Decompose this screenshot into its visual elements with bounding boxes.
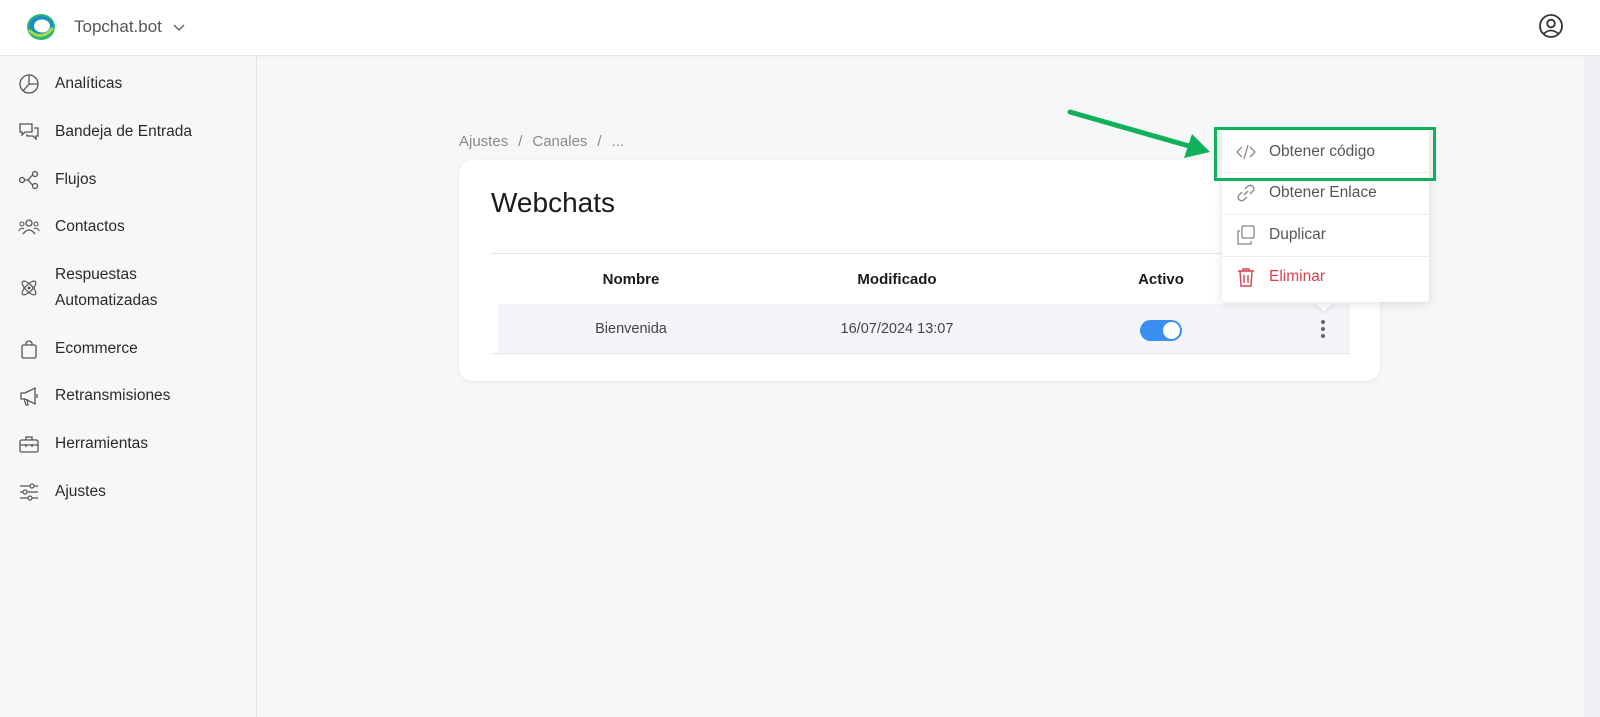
sidebar: Analíticas Bandeja de Entrada Flujos Con…: [0, 56, 257, 717]
trash-icon: [1238, 268, 1254, 287]
sidebar-item-label: Analíticas: [55, 75, 123, 92]
users-icon: [18, 219, 40, 235]
breadcrumb-separator: /: [518, 133, 523, 150]
sidebar-item-label: Bandeja de Entrada: [55, 123, 193, 140]
atom-icon: [21, 280, 37, 296]
workspace-switcher[interactable]: Topchat.bot: [74, 17, 186, 37]
sidebar-item-herramientas[interactable]: Herramientas: [18, 433, 148, 457]
topchat-logo[interactable]: [26, 12, 56, 42]
page-title: Webchats: [491, 187, 615, 218]
column-header-nombre: Nombre: [602, 271, 660, 288]
column-header-modificado: Modificado: [857, 271, 937, 288]
sliders-icon: [20, 483, 38, 501]
sidebar-item-label: Contactos: [55, 218, 125, 235]
megaphone-icon: [20, 386, 38, 406]
menu-item-duplicar[interactable]: Duplicar: [1222, 214, 1429, 255]
activo-toggle[interactable]: [1140, 320, 1182, 341]
sidebar-item-contactos[interactable]: Contactos: [18, 216, 125, 240]
table-divider: [490, 353, 1350, 354]
code-icon: [1236, 144, 1256, 159]
more-options-icon[interactable]: [1318, 317, 1328, 341]
chevron-down-icon: [173, 24, 185, 32]
cell-nombre: Bienvenida: [595, 321, 667, 337]
link-icon: [1237, 184, 1255, 202]
share-nodes-icon: [18, 170, 39, 190]
table-divider: [490, 253, 1350, 254]
sidebar-item-label: Retransmisiones: [55, 387, 171, 404]
menu-item-label: Duplicar: [1269, 226, 1326, 243]
scrollbar-track[interactable]: [1584, 56, 1600, 717]
context-menu: Obtener código Obtener Enlace Duplicar E…: [1222, 130, 1429, 302]
sidebar-item-analiticas[interactable]: Analíticas: [18, 73, 122, 97]
sidebar-item-ecommerce[interactable]: Ecommerce: [18, 338, 138, 362]
breadcrumb-separator: /: [597, 133, 602, 150]
menu-item-obtener-enlace[interactable]: Obtener Enlace: [1222, 172, 1429, 213]
sidebar-item-label: Respuestas Automatizadas: [55, 266, 158, 309]
menu-item-label: Obtener código: [1269, 142, 1375, 160]
sidebar-item-flujos[interactable]: Flujos: [18, 169, 96, 193]
toggle-knob: [1163, 322, 1180, 339]
toolbox-icon: [19, 436, 39, 453]
sidebar-item-label: Herramientas: [55, 435, 149, 452]
sidebar-item-retransmisiones[interactable]: Retransmisiones: [18, 385, 170, 409]
breadcrumb-ajustes[interactable]: Ajustes: [459, 133, 508, 150]
chat-bubbles-icon: [19, 123, 39, 141]
breadcrumb-current: ...: [611, 133, 625, 150]
breadcrumb: Ajustes / Canales / ...: [459, 133, 624, 150]
breadcrumb-canales[interactable]: Canales: [532, 133, 587, 150]
pie-chart-icon: [19, 74, 39, 94]
sidebar-item-bandeja[interactable]: Bandeja de Entrada: [18, 121, 192, 145]
user-circle-icon[interactable]: [1538, 13, 1564, 39]
menu-item-label: Eliminar: [1269, 268, 1325, 285]
copy-icon: [1237, 225, 1255, 245]
sidebar-item-ajustes[interactable]: Ajustes: [18, 481, 106, 505]
shopping-bag-icon: [21, 340, 37, 359]
sidebar-item-label: Ecommerce: [55, 340, 138, 357]
menu-item-eliminar[interactable]: Eliminar: [1222, 256, 1429, 297]
sidebar-item-respuestas[interactable]: Respuestas Automatizadas: [18, 264, 205, 314]
sidebar-item-label: Flujos: [55, 171, 97, 188]
top-bar: Topchat.bot: [0, 0, 1600, 56]
workspace-name: Topchat.bot: [74, 17, 162, 36]
column-header-activo: Activo: [1138, 271, 1184, 288]
sidebar-item-label: Ajustes: [55, 483, 106, 500]
menu-item-label: Obtener Enlace: [1269, 184, 1377, 201]
cell-modificado: 16/07/2024 13:07: [840, 321, 954, 337]
menu-item-obtener-codigo[interactable]: Obtener código: [1222, 131, 1429, 172]
